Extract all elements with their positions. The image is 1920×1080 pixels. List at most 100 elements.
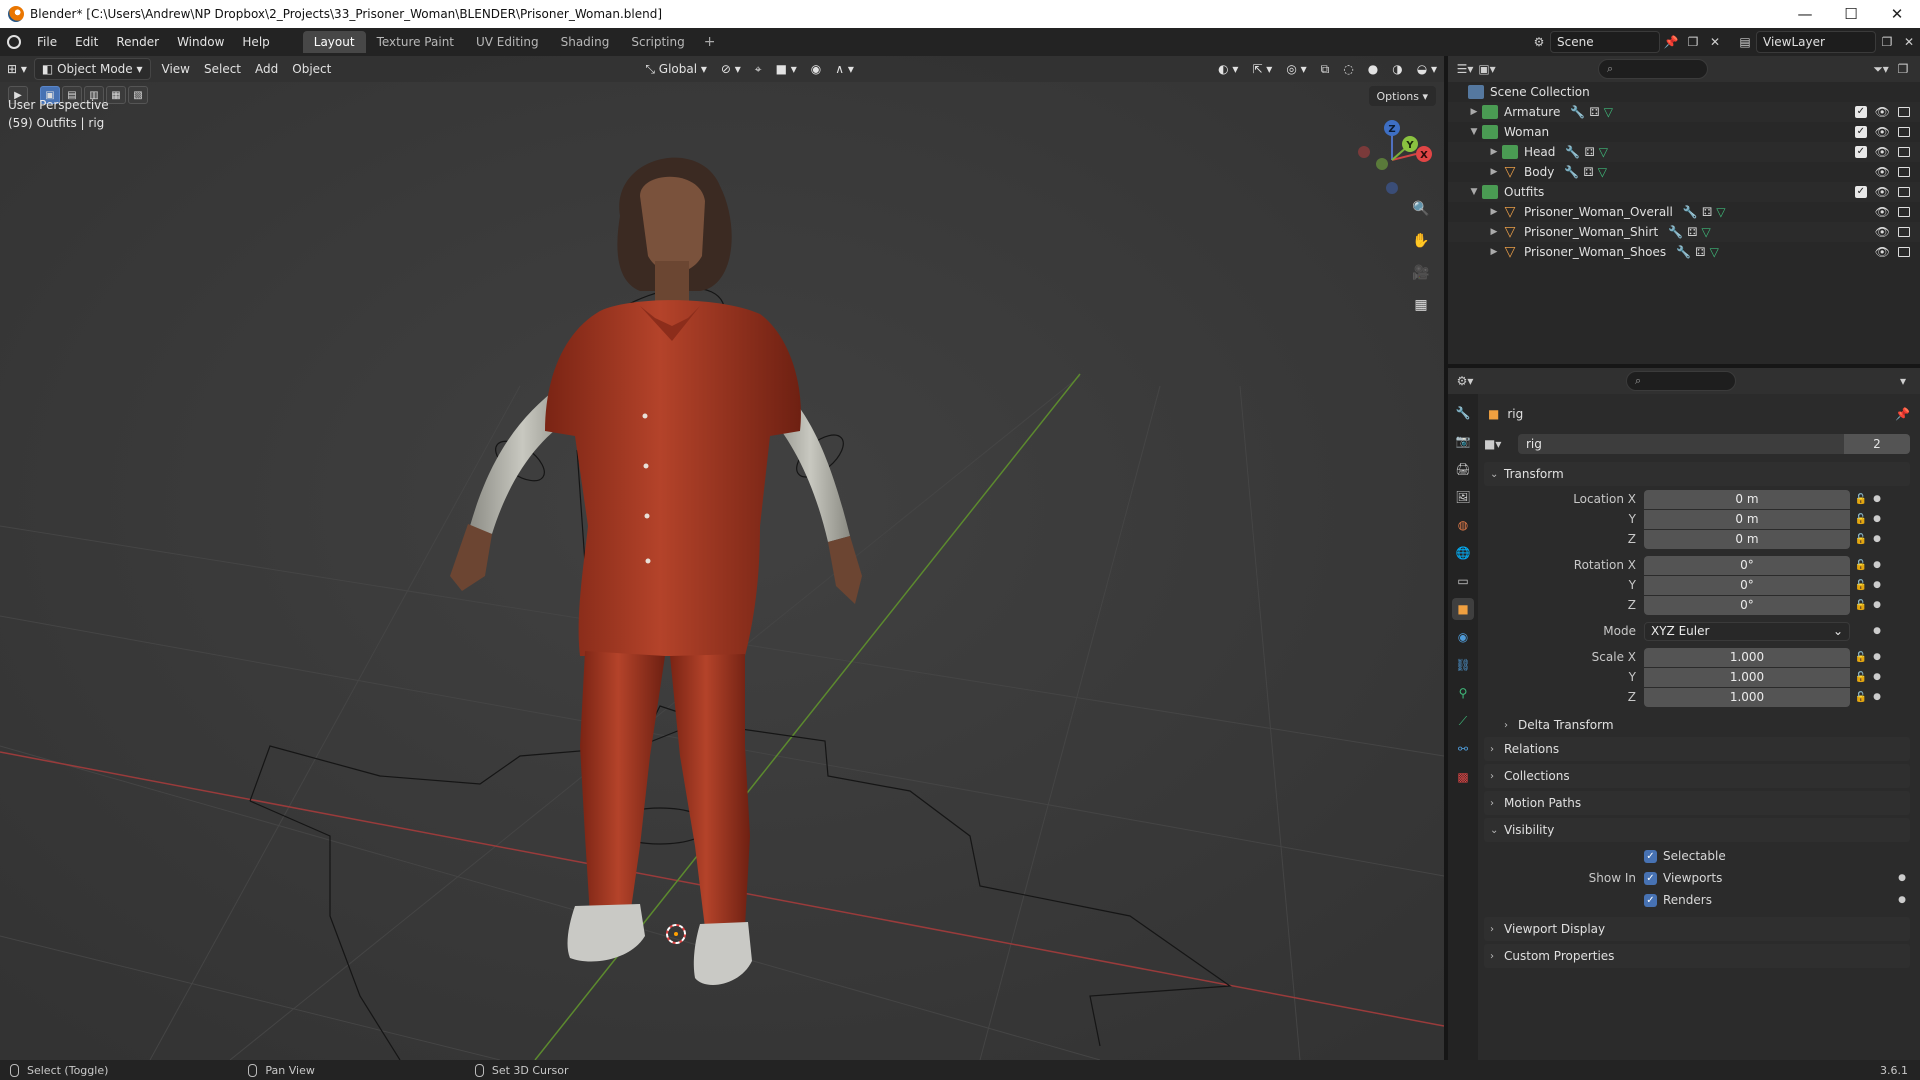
tab-layout[interactable]: Layout xyxy=(302,31,366,53)
new-scene-icon[interactable]: ❐ xyxy=(1682,31,1704,53)
modifier-wrench-icon[interactable]: 🔧 xyxy=(1668,225,1683,239)
tab-scripting[interactable]: Scripting xyxy=(620,31,695,53)
selectable-checkbox[interactable]: ✓ xyxy=(1644,849,1657,863)
menu-help[interactable]: Help xyxy=(233,31,278,53)
snap-icon[interactable]: ⌖ xyxy=(748,58,769,80)
eye-icon[interactable]: 👁 xyxy=(1875,245,1890,259)
exclude-checkbox[interactable]: ✓ xyxy=(1854,106,1867,118)
keyframe-dot-icon[interactable]: ● xyxy=(1872,652,1882,662)
ortho-grid-icon[interactable]: ▦ xyxy=(1408,292,1434,318)
lock-icon[interactable]: 🔓 xyxy=(1850,560,1872,571)
blender-logo-icon[interactable] xyxy=(0,28,28,56)
lock-icon[interactable]: 🔓 xyxy=(1850,514,1872,525)
vertex-groups-icon[interactable]: ⚃ xyxy=(1583,165,1593,179)
menu-select[interactable]: Select xyxy=(197,58,248,80)
render-monitor-icon[interactable] xyxy=(1898,107,1910,117)
viewport-display-panel-header[interactable]: › Viewport Display xyxy=(1484,917,1910,941)
object-datablock[interactable]: ■▾ rig 2 xyxy=(1484,434,1910,454)
viewlayer-selector[interactable]: ViewLayer xyxy=(1756,31,1876,53)
lock-icon[interactable]: 🔓 xyxy=(1850,534,1872,545)
modifier-wrench-icon[interactable]: 🔧 xyxy=(1565,145,1580,159)
navigation-gizmo[interactable]: Z X Y xyxy=(1350,116,1434,206)
vertex-groups-icon[interactable]: ⚃ xyxy=(1695,245,1705,259)
lock-icon[interactable]: 🔓 xyxy=(1850,692,1872,703)
expand-arrow-right-icon[interactable]: ▶ xyxy=(1488,167,1500,177)
eye-icon[interactable]: 👁 xyxy=(1875,225,1890,239)
bone-tab-icon[interactable]: ⟋ xyxy=(1452,710,1474,732)
tab-shading[interactable]: Shading xyxy=(550,31,621,53)
3d-viewport[interactable]: ⊞ ▾ ◧ Object Mode ▾ View Select Add Obje… xyxy=(0,56,1444,1060)
render-monitor-icon[interactable] xyxy=(1898,227,1910,237)
tool-tab-icon[interactable]: 🔧 xyxy=(1452,402,1474,424)
keyframe-dot-icon[interactable]: ● xyxy=(1872,672,1882,682)
properties-search-input[interactable]: ⌕ xyxy=(1626,371,1736,391)
lock-icon[interactable]: 🔓 xyxy=(1850,652,1872,663)
location-y-field[interactable]: 0 m xyxy=(1644,509,1850,529)
expand-arrow-down-icon[interactable]: ▼ xyxy=(1468,187,1480,197)
exclude-checkbox[interactable]: ✓ xyxy=(1854,126,1867,138)
outliner-editor-type-icon[interactable]: ☰▾ xyxy=(1454,58,1476,80)
shading-wireframe-icon[interactable]: ◌ xyxy=(1336,58,1360,80)
view-layer-tab-icon[interactable]: 🖼 xyxy=(1452,486,1474,508)
add-workspace-icon[interactable]: + xyxy=(696,34,724,50)
scene-tab-icon[interactable]: ◍ xyxy=(1452,514,1474,536)
collection-tab-icon[interactable]: ▭ xyxy=(1452,570,1474,592)
expand-arrow-right-icon[interactable]: ▶ xyxy=(1488,147,1500,157)
bone-constraints-tab-icon[interactable]: ⚯ xyxy=(1452,738,1474,760)
scale-x-field[interactable]: 1.000 xyxy=(1644,647,1850,667)
modifier-wrench-icon[interactable]: 🔧 xyxy=(1564,165,1579,179)
armature-data-tab-icon[interactable]: ⚲ xyxy=(1452,682,1474,704)
delete-viewlayer-icon[interactable]: ✕ xyxy=(1898,31,1920,53)
mesh-data-icon[interactable]: ▽ xyxy=(1599,145,1608,159)
pivot-point-icon[interactable]: ⊘ ▾ xyxy=(714,58,748,80)
modifier-wrench-icon[interactable]: 🔧 xyxy=(1683,205,1698,219)
expand-arrow-right-icon[interactable]: ▶ xyxy=(1488,207,1500,217)
keyframe-dot-icon[interactable]: ● xyxy=(1872,692,1882,702)
viewlayer-icon[interactable]: ▤ xyxy=(1734,31,1756,53)
mode-dropdown[interactable]: ◧ Object Mode ▾ xyxy=(33,58,151,80)
xray-icon[interactable]: ⧉ xyxy=(1314,58,1337,80)
collections-panel-header[interactable]: › Collections xyxy=(1484,764,1910,788)
rotation-x-field[interactable]: 0° xyxy=(1644,555,1850,575)
render-monitor-icon[interactable] xyxy=(1898,167,1910,177)
render-monitor-icon[interactable] xyxy=(1898,207,1910,217)
scene-icon[interactable]: ⚙ xyxy=(1528,31,1550,53)
display-mode-icon[interactable]: ▣▾ xyxy=(1476,58,1498,80)
menu-edit[interactable]: Edit xyxy=(66,31,107,53)
lock-icon[interactable]: 🔓 xyxy=(1850,580,1872,591)
scene-collection-row[interactable]: Scene Collection xyxy=(1448,82,1920,102)
editor-type-button[interactable]: ⊞ ▾ xyxy=(0,58,34,80)
eye-icon[interactable]: 👁 xyxy=(1875,125,1890,139)
pan-hand-icon[interactable]: ✋ xyxy=(1408,228,1434,254)
proportional-edit-icon[interactable]: ◉ xyxy=(804,58,828,80)
expand-arrow-right-icon[interactable]: ▶ xyxy=(1468,107,1480,117)
transform-panel-header[interactable]: ⌄ Transform xyxy=(1484,462,1910,486)
options-dropdown[interactable]: Options ▾ xyxy=(1368,86,1436,106)
scene-selector[interactable]: Scene xyxy=(1550,31,1660,53)
keyframe-dot-icon[interactable]: ● xyxy=(1898,873,1910,883)
outliner-row[interactable]: ▶ Head 🔧 ⚃ ▽ ✓ 👁 xyxy=(1448,142,1920,162)
delete-scene-icon[interactable]: ✕ xyxy=(1704,31,1726,53)
select-invert-icon[interactable]: ▦ xyxy=(106,86,126,104)
outliner-row[interactable]: ▶ ▽ Prisoner_Woman_Overall 🔧 ⚃ ▽ 👁 xyxy=(1448,202,1920,222)
render-monitor-icon[interactable] xyxy=(1898,247,1910,257)
render-monitor-icon[interactable] xyxy=(1898,127,1910,137)
properties-editor-type-icon[interactable]: ⚙▾ xyxy=(1454,370,1476,392)
select-intersect-icon[interactable]: ▧ xyxy=(128,86,148,104)
outliner-row[interactable]: ▼ Outfits ✓ 👁 xyxy=(1448,182,1920,202)
keyframe-dot-icon[interactable]: ● xyxy=(1898,895,1910,905)
rotation-z-field[interactable]: 0° xyxy=(1644,595,1850,615)
vertex-groups-icon[interactable]: ⚃ xyxy=(1687,225,1697,239)
render-tab-icon[interactable]: 📷 xyxy=(1452,430,1474,452)
maximize-button[interactable]: ☐ xyxy=(1828,0,1874,28)
delta-transform-header[interactable]: › Delta Transform xyxy=(1484,713,1910,737)
modifier-wrench-icon[interactable]: 🔧 xyxy=(1570,105,1585,119)
physics-tab-icon[interactable]: ◉ xyxy=(1452,626,1474,648)
visibility-icon[interactable]: ◐ ▾ xyxy=(1211,58,1245,80)
menu-object[interactable]: Object xyxy=(285,58,338,80)
object-tab-icon[interactable]: ■ xyxy=(1452,598,1474,620)
tab-uv-editing[interactable]: UV Editing xyxy=(465,31,550,53)
eye-icon[interactable]: 👁 xyxy=(1875,145,1890,159)
expand-arrow-down-icon[interactable]: ▼ xyxy=(1468,127,1480,137)
world-tab-icon[interactable]: 🌐 xyxy=(1452,542,1474,564)
